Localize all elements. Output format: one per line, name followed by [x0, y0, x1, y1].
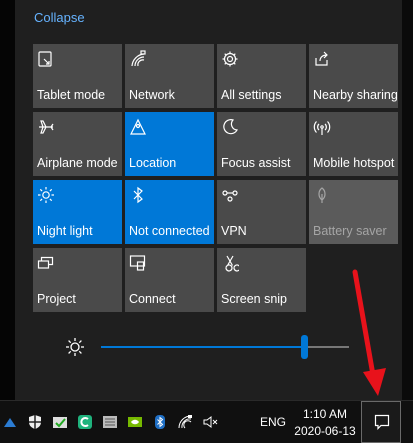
tile-night-light[interactable]: Night light [33, 180, 122, 244]
screen-snip-icon [221, 254, 239, 272]
tile-label: Tablet mode [37, 88, 106, 102]
brightness-track[interactable] [101, 335, 349, 359]
tile-tablet-mode[interactable]: Tablet mode [33, 44, 122, 108]
tile-label: Location [129, 156, 177, 170]
tile-label: Project [37, 292, 76, 306]
tile-label: Battery saver [313, 224, 387, 238]
clock[interactable]: 1:10 AM 2020-06-13 [294, 406, 356, 440]
taskbar: ENG 1:10 AM 2020-06-13 [0, 400, 413, 443]
tile-label: Focus assist [221, 156, 291, 170]
brightness-slider[interactable] [60, 332, 360, 362]
tile-focus-assist[interactable]: Focus assist [217, 112, 306, 176]
tile-project[interactable]: Project [33, 248, 122, 312]
brightness-thumb[interactable] [301, 335, 309, 359]
bluetooth-icon[interactable] [152, 414, 168, 430]
keyboard-icon[interactable] [102, 414, 118, 430]
airplane-icon [37, 118, 55, 136]
tile-network[interactable]: Network [125, 44, 214, 108]
sun-icon [37, 186, 55, 204]
clock-date: 2020-06-13 [294, 424, 356, 438]
notification-icon [374, 414, 390, 430]
share-icon [313, 50, 331, 68]
volume-muted-icon[interactable] [202, 414, 218, 430]
nvidia-icon[interactable] [127, 414, 143, 430]
defender-icon[interactable] [2, 414, 18, 430]
battery-saver-icon [313, 186, 331, 204]
tile-label: Mobile hotspot [313, 156, 395, 170]
tile-airplane-mode[interactable]: Airplane mode [33, 112, 122, 176]
moon-icon [221, 118, 239, 136]
tile-label: VPN [221, 224, 247, 238]
vpn-icon [221, 186, 239, 204]
tablet-mode-icon [37, 50, 55, 68]
tile-label: Screen snip [221, 292, 288, 306]
tile-not-connected[interactable]: Not connected [125, 180, 214, 244]
check-icon[interactable] [52, 414, 68, 430]
tile-label: All settings [221, 88, 282, 102]
language-indicator[interactable]: ENG [260, 415, 286, 429]
brightness-track-fill [101, 346, 305, 348]
project-icon [37, 254, 55, 272]
tile-label: Not connected [129, 224, 210, 238]
tile-battery-saver[interactable]: Battery saver [309, 180, 398, 244]
wifi-icon[interactable] [177, 414, 193, 430]
tile-label: Connect [129, 292, 176, 306]
tile-label: Network [129, 88, 175, 102]
action-center-button[interactable] [361, 401, 401, 443]
location-icon [129, 118, 147, 136]
tile-nearby-sharing[interactable]: Nearby sharing [309, 44, 398, 108]
tile-label: Airplane mode [37, 156, 118, 170]
network-icon [129, 50, 147, 68]
tile-label: Night light [37, 224, 93, 238]
tile-label: Nearby sharing [313, 88, 398, 102]
tile-vpn[interactable]: VPN [217, 180, 306, 244]
clock-time: 1:10 AM [302, 407, 348, 421]
background-edge-left [0, 0, 15, 400]
bluetooth-icon [129, 186, 147, 204]
tile-mobile-hotspot[interactable]: Mobile hotspot [309, 112, 398, 176]
collapse-link[interactable]: Collapse [34, 10, 85, 25]
hotspot-icon [313, 118, 331, 136]
connect-icon [129, 254, 147, 272]
background-edge-right [402, 0, 413, 400]
tile-location[interactable]: Location [125, 112, 214, 176]
gear-icon [221, 50, 239, 68]
brightness-icon [65, 337, 85, 357]
tile-all-settings[interactable]: All settings [217, 44, 306, 108]
app-c-icon[interactable] [77, 414, 93, 430]
security-shield-icon[interactable] [27, 414, 43, 430]
tile-connect[interactable]: Connect [125, 248, 214, 312]
tile-screen-snip[interactable]: Screen snip [217, 248, 306, 312]
